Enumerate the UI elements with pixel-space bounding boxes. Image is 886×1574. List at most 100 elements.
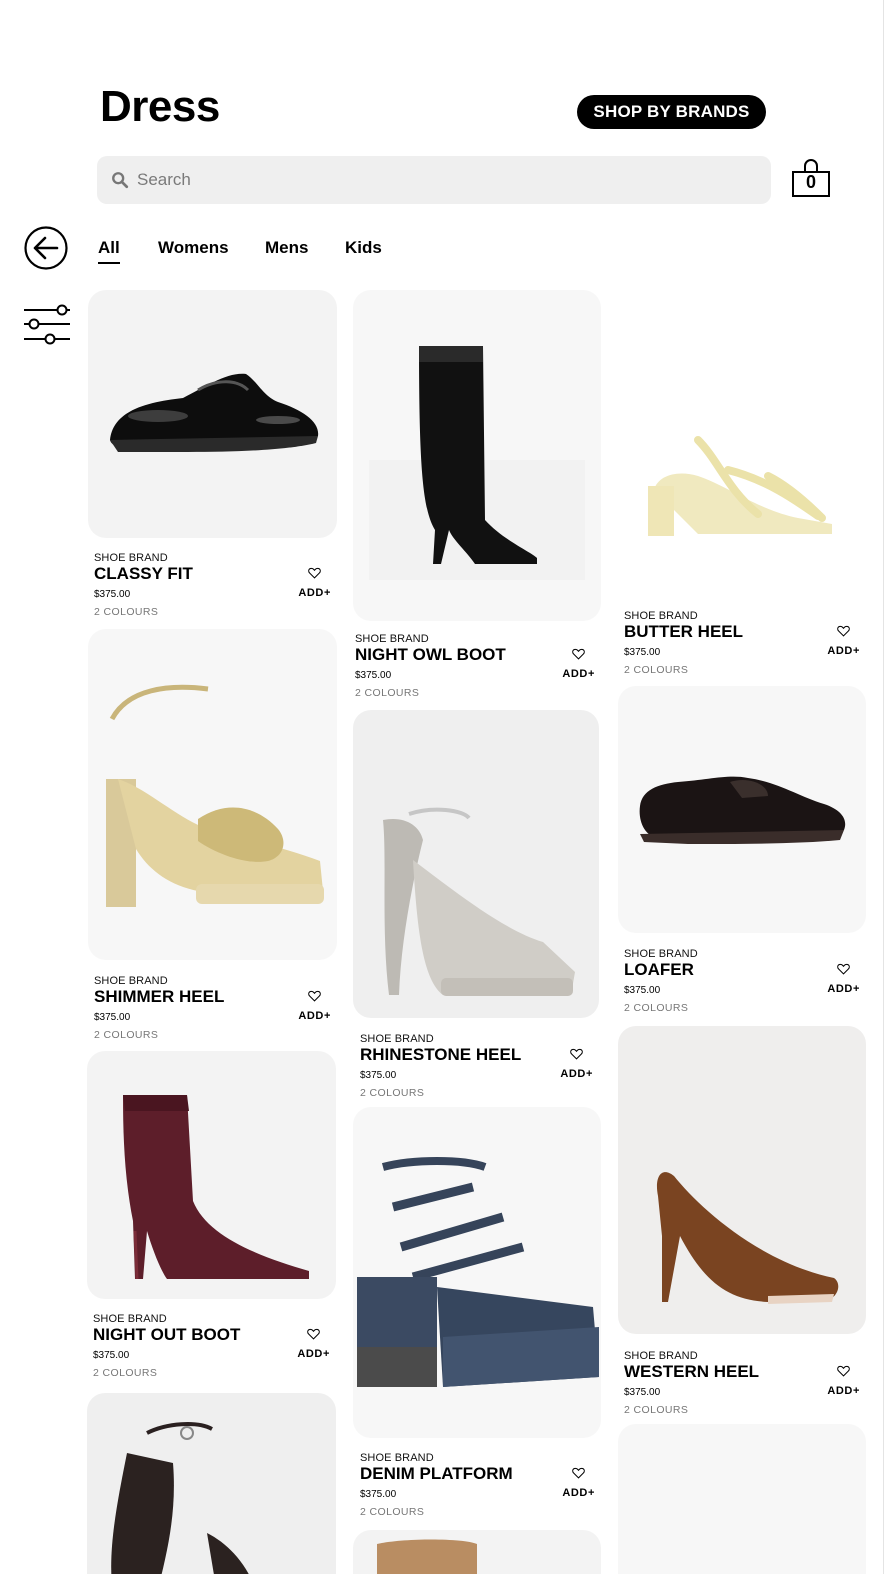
product-price: $375.00 [93, 1350, 130, 1361]
product-colours: 2 COLOURS [624, 1404, 689, 1416]
product-name: CLASSY FIT [94, 564, 193, 583]
product-colours: 2 COLOURS [624, 1002, 689, 1014]
product-image [88, 629, 337, 960]
search-input[interactable]: Search [137, 170, 191, 190]
product-image [87, 1393, 336, 1574]
heart-icon[interactable] [837, 963, 850, 975]
product-card-next[interactable] [618, 1424, 866, 1574]
product-colours: 2 COLOURS [355, 687, 420, 699]
product-price: $375.00 [360, 1489, 397, 1500]
cart-count: 0 [805, 172, 816, 192]
product-colours: 2 COLOURS [94, 1029, 159, 1041]
product-image [353, 290, 601, 621]
product-image [353, 710, 599, 1018]
product-image [618, 686, 866, 933]
product-card-loafer[interactable]: SHOE BRAND LOAFER $375.00 2 COLOURS ADD+ [618, 686, 866, 1019]
butter-heel-image [648, 436, 832, 536]
search-icon [112, 172, 129, 189]
product-card-night-out-boot[interactable]: SHOE BRAND NIGHT OUT BOOT $375.00 2 COLO… [87, 1051, 336, 1386]
product-info: SHOE BRAND LOAFER $375.00 2 COLOURS ADD+ [624, 948, 860, 1014]
tan-boot-image [377, 1539, 477, 1574]
heart-icon[interactable] [837, 1365, 850, 1377]
product-price: $375.00 [94, 1012, 131, 1023]
heart-icon[interactable] [837, 625, 850, 637]
product-price: $375.00 [624, 647, 661, 658]
product-info: SHOE BRAND DENIM PLATFORM $375.00 2 COLO… [360, 1452, 595, 1518]
black-boot-image [369, 346, 585, 580]
add-to-cart-button[interactable]: ADD+ [562, 1487, 595, 1499]
brown-pump-image [656, 1172, 839, 1304]
back-button[interactable] [24, 226, 68, 270]
tab-kids[interactable]: Kids [345, 238, 382, 258]
add-to-cart-button[interactable]: ADD+ [827, 645, 860, 657]
product-name: DENIM PLATFORM [360, 1464, 513, 1483]
product-card-tan-boot[interactable] [353, 1530, 601, 1574]
oxford-shoe-image [110, 373, 319, 452]
product-name: WESTERN HEEL [624, 1362, 760, 1381]
product-price: $375.00 [355, 670, 392, 681]
heart-icon[interactable] [572, 1467, 585, 1479]
product-card-western-heel[interactable]: SHOE BRAND WESTERN HEEL $375.00 2 COLOUR… [618, 1026, 866, 1418]
product-card-lace-heel[interactable] [87, 1393, 336, 1574]
add-to-cart-button[interactable]: ADD+ [298, 587, 331, 599]
shop-by-brands-button[interactable]: SHOP BY BRANDS [577, 95, 766, 129]
product-card-butter-heel[interactable]: SHOE BRAND BUTTER HEEL $375.00 2 COLOURS… [618, 290, 866, 680]
denim-platform-image [357, 1157, 599, 1387]
product-brand: SHOE BRAND [624, 610, 698, 622]
heart-icon[interactable] [307, 1328, 320, 1340]
product-card-shimmer-heel[interactable]: SHOE BRAND SHIMMER HEEL $375.00 2 COLOUR… [88, 629, 337, 1044]
product-card-rhinestone-heel[interactable]: SHOE BRAND RHINESTONE HEEL $375.00 2 COL… [353, 710, 599, 1100]
product-image [87, 1051, 336, 1299]
shopping-bag-button[interactable]: 0 [792, 158, 830, 198]
product-price: $375.00 [624, 985, 661, 996]
product-card-night-owl-boot[interactable]: SHOE BRAND NIGHT OWL BOOT $375.00 2 COLO… [353, 290, 601, 703]
product-colours: 2 COLOURS [94, 606, 159, 618]
gold-heel-image [106, 684, 324, 907]
heart-icon[interactable] [308, 990, 321, 1002]
product-brand: SHOE BRAND [93, 1313, 167, 1325]
product-info: SHOE BRAND NIGHT OUT BOOT $375.00 2 COLO… [93, 1313, 330, 1379]
product-image [618, 1424, 866, 1574]
product-info: SHOE BRAND WESTERN HEEL $375.00 2 COLOUR… [624, 1350, 860, 1416]
product-name: NIGHT OUT BOOT [93, 1325, 241, 1344]
product-brand: SHOE BRAND [360, 1033, 434, 1045]
product-name: LOAFER [624, 960, 694, 979]
product-brand: SHOE BRAND [94, 975, 168, 987]
product-info: SHOE BRAND SHIMMER HEEL $375.00 2 COLOUR… [94, 975, 331, 1041]
add-to-cart-button[interactable]: ADD+ [560, 1068, 593, 1080]
product-image [618, 290, 866, 600]
product-name: SHIMMER HEEL [94, 987, 225, 1006]
product-colours: 2 COLOURS [360, 1087, 425, 1099]
back-arrow-icon [24, 226, 68, 270]
product-brand: SHOE BRAND [355, 633, 429, 645]
product-name: BUTTER HEEL [624, 622, 743, 641]
product-brand: SHOE BRAND [624, 1350, 698, 1362]
product-brand: SHOE BRAND [94, 552, 168, 564]
page-title: Dress [100, 82, 220, 131]
page-edge-line [883, 0, 884, 1574]
filter-button[interactable] [22, 303, 72, 347]
burgundy-boot-image [123, 1095, 309, 1280]
add-to-cart-button[interactable]: ADD+ [297, 1348, 330, 1360]
add-to-cart-button[interactable]: ADD+ [562, 668, 595, 680]
rhinestone-heel-image [383, 807, 575, 996]
heart-icon[interactable] [572, 648, 585, 660]
product-name: NIGHT OWL BOOT [355, 645, 506, 664]
search-bar[interactable]: Search [97, 156, 771, 204]
product-image [353, 1107, 601, 1438]
add-to-cart-button[interactable]: ADD+ [298, 1010, 331, 1022]
filter-sliders-icon [24, 304, 70, 345]
product-price: $375.00 [360, 1070, 397, 1081]
product-brand: SHOE BRAND [624, 948, 698, 960]
add-to-cart-button[interactable]: ADD+ [827, 983, 860, 995]
tab-womens[interactable]: Womens [158, 238, 229, 258]
tab-mens[interactable]: Mens [265, 238, 308, 258]
tab-all[interactable]: All [98, 238, 120, 264]
product-brand: SHOE BRAND [360, 1452, 434, 1464]
product-card-denim-platform[interactable]: SHOE BRAND DENIM PLATFORM $375.00 2 COLO… [353, 1107, 601, 1523]
product-image [88, 290, 337, 538]
add-to-cart-button[interactable]: ADD+ [827, 1385, 860, 1397]
product-card-classy-fit[interactable]: SHOE BRAND CLASSY FIT $375.00 2 COLOURS … [88, 290, 337, 620]
heart-icon[interactable] [570, 1048, 583, 1060]
heart-icon[interactable] [308, 567, 321, 579]
